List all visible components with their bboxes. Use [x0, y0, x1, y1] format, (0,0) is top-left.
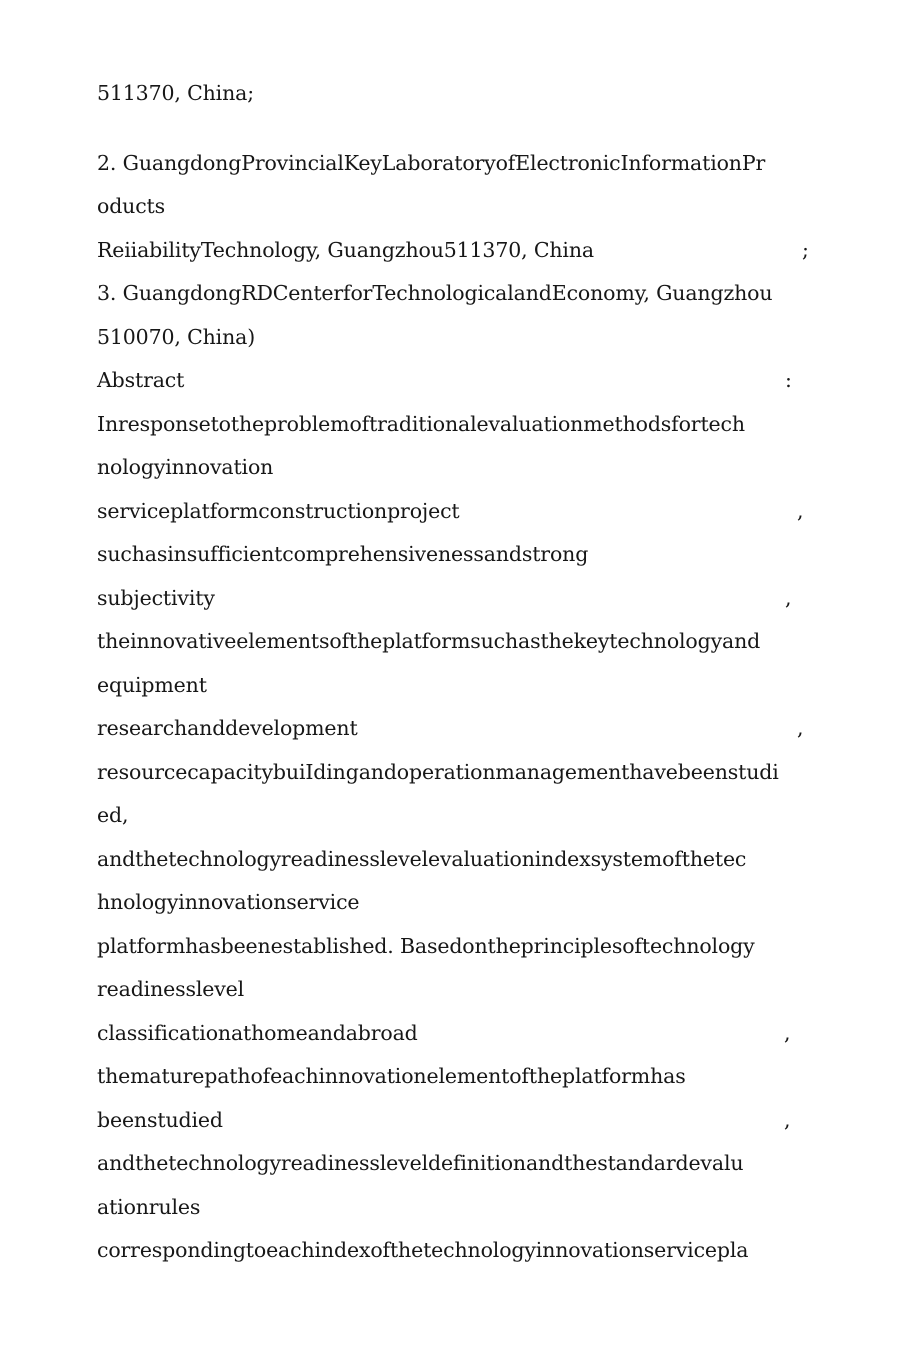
text-line: 510070, China): [97, 316, 809, 360]
line-trailing-punctuation: ,: [797, 498, 804, 523]
text-line-content: ReiiabilityTechnology, Guangzhou511370, …: [97, 237, 594, 262]
line-trailing-punctuation: ,: [797, 716, 804, 740]
text-line-content: platformhasbeenestablished. Basedonthepr…: [97, 933, 755, 958]
abstract-label-line: Abstract :: [97, 359, 809, 403]
text-line: andthetechnologyreadinessleveldefinition…: [97, 1142, 809, 1186]
text-line: andthetechnologyreadinesslevelevaluation…: [97, 838, 809, 882]
text-line-content: theinnovativeelementsoftheplatformsuchas…: [97, 629, 761, 653]
text-line: Inresponsetotheproblemoftraditionalevalu…: [97, 403, 809, 447]
line-trailing-punctuation: ;: [802, 237, 809, 262]
text-line: ReiiabilityTechnology, Guangzhou511370, …: [97, 229, 809, 273]
text-line: ed,: [97, 794, 809, 838]
abstract-label: Abstract: [97, 368, 185, 392]
text-line: classificationathomeandabroad ,: [97, 1012, 809, 1056]
text-line-content: suchasinsufficientcomprehensivenessandst…: [97, 542, 589, 566]
text-line-content: beenstudied: [97, 1107, 223, 1132]
text-line: oducts: [97, 185, 809, 229]
text-line: thematurepathofeachinnovationelementofth…: [97, 1055, 809, 1099]
text-line: serviceplatformconstructionproject ,: [97, 490, 809, 534]
text-line: correspondingtoeachindexofthetechnologyi…: [97, 1229, 809, 1273]
text-line: researchanddevelopment ,: [97, 707, 809, 751]
text-line-content: equipment: [97, 672, 207, 697]
text-line: nologyinnovation: [97, 446, 809, 490]
text-line: resourcecapacitybuiIdingandoperationmana…: [97, 751, 809, 795]
text-line-content: 510070, China): [97, 324, 256, 349]
text-line: suchasinsufficientcomprehensivenessandst…: [97, 533, 809, 577]
text-line: subjectivity ,: [97, 577, 809, 621]
text-line: 2. GuangdongProvincialKeyLaboratoryofEle…: [97, 142, 809, 186]
text-line-content: andthetechnologyreadinessleveldefinition…: [97, 1151, 744, 1175]
text-line-content: 2. GuangdongProvincialKeyLaboratoryofEle…: [97, 150, 766, 175]
text-line: hnologyinnovationservice: [97, 881, 809, 925]
text-line-content: ationrules: [97, 1194, 201, 1219]
text-line: 3. GuangdongRDCenterforTechnologicalandE…: [97, 272, 809, 316]
line-trailing-punctuation: :: [785, 368, 792, 392]
line-trailing-punctuation: ,: [784, 1107, 791, 1132]
text-line-content: subjectivity: [97, 585, 215, 610]
text-line: platformhasbeenestablished. Basedonthepr…: [97, 925, 809, 969]
text-line: beenstudied ,: [97, 1099, 809, 1143]
text-line-content: 511370, China;: [97, 81, 254, 105]
text-line-content: hnologyinnovationservice: [97, 890, 360, 914]
text-line-content: oducts: [97, 194, 166, 218]
text-line-content: thematurepathofeachinnovationelementofth…: [97, 1064, 686, 1088]
text-line-content: serviceplatformconstructionproject: [97, 498, 460, 523]
text-line-content: classificationathomeandabroad: [97, 1020, 418, 1045]
text-line-content: ed,: [97, 803, 129, 827]
text-line-content: Inresponsetotheproblemoftraditionalevalu…: [97, 411, 745, 436]
text-line-content: researchanddevelopment: [97, 716, 358, 740]
line-trailing-punctuation: ,: [785, 585, 792, 610]
text-line-content: nologyinnovation: [97, 455, 274, 479]
document-text-body: 511370, China; 2. GuangdongProvincialKey…: [97, 72, 809, 1273]
text-line-content: readinesslevel: [97, 977, 245, 1001]
text-line: ationrules: [97, 1186, 809, 1230]
document-page: 511370, China; 2. GuangdongProvincialKey…: [0, 0, 920, 1356]
text-line: readinesslevel: [97, 968, 809, 1012]
text-line: theinnovativeelementsoftheplatformsuchas…: [97, 620, 809, 664]
text-line-content: andthetechnologyreadinesslevelevaluation…: [97, 846, 747, 871]
text-line: equipment: [97, 664, 809, 708]
text-line-content: resourcecapacitybuiIdingandoperationmana…: [97, 759, 779, 784]
text-line: 511370, China;: [97, 72, 809, 116]
text-line-content: correspondingtoeachindexofthetechnologyi…: [97, 1238, 749, 1262]
line-trailing-punctuation: ,: [784, 1020, 791, 1045]
text-line-content: 3. GuangdongRDCenterforTechnologicalandE…: [97, 281, 773, 305]
